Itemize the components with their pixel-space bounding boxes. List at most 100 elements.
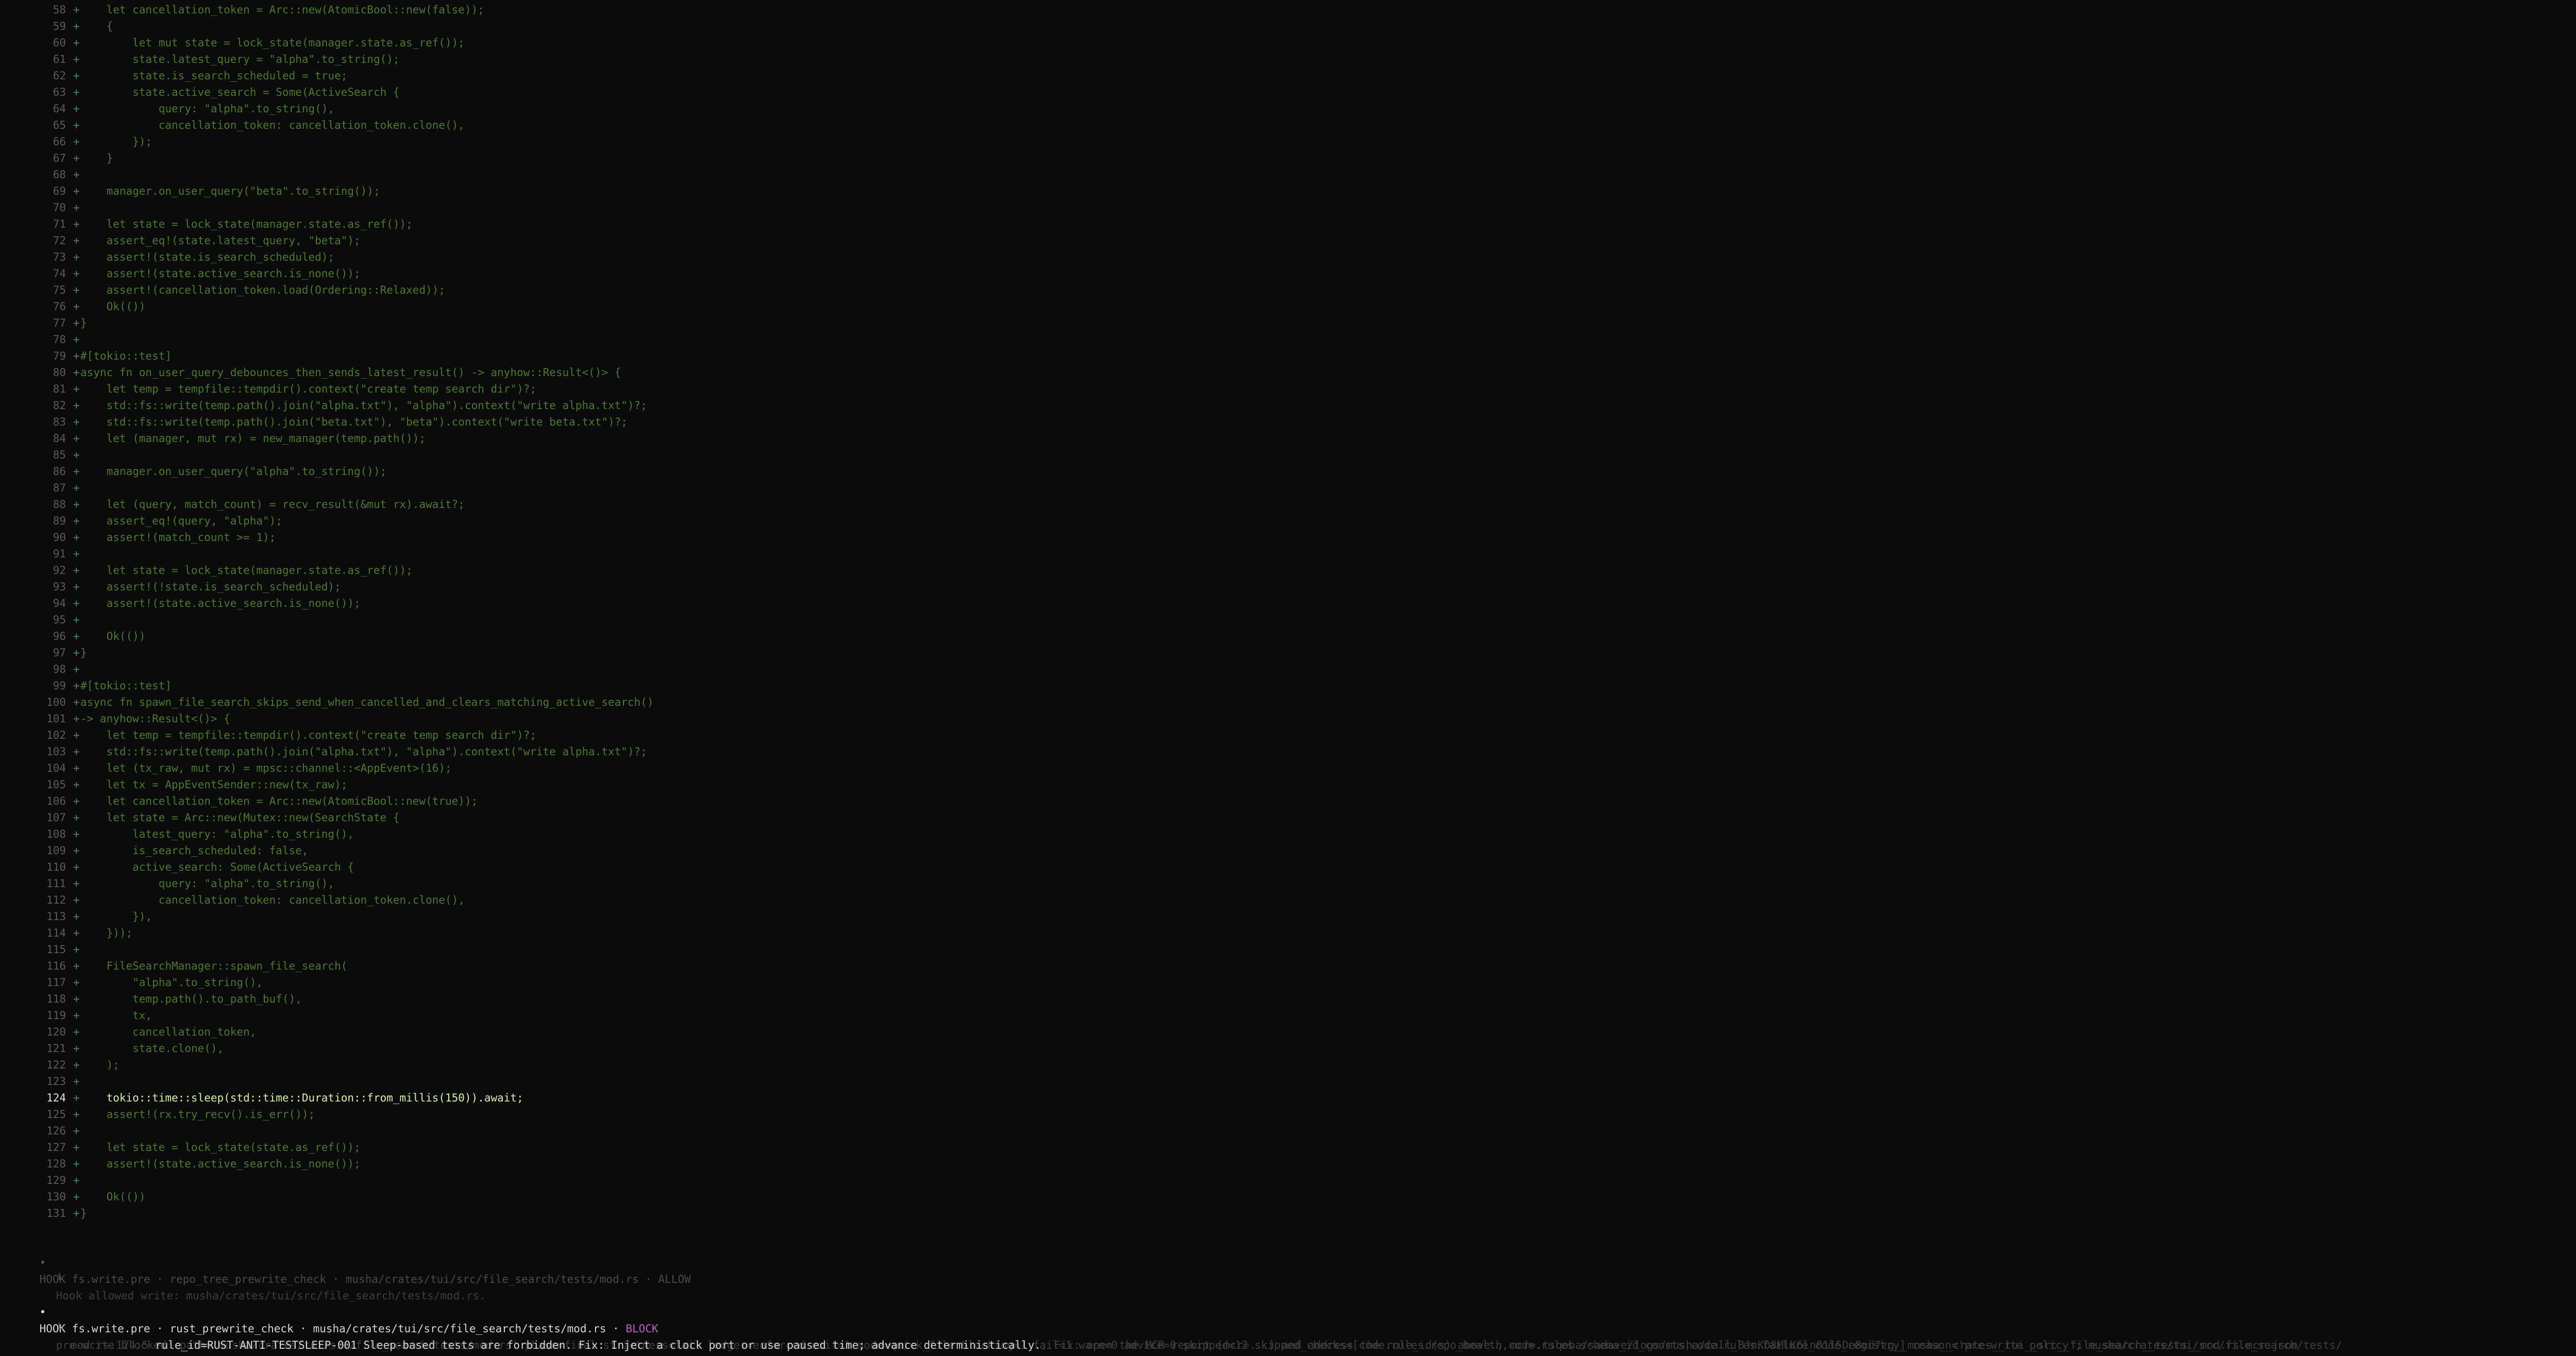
diff-marker: +	[73, 597, 80, 609]
diff-marker: +	[73, 696, 80, 708]
diff-line: 120 + cancellation_token,	[0, 1024, 256, 1040]
line-number: 113	[46, 910, 66, 923]
line-number: 109	[46, 844, 66, 857]
code-text: let state = lock_state(manager.state.as_…	[80, 218, 413, 230]
diff-line: 91 +	[0, 546, 80, 562]
diff-line: 100 +async fn spawn_file_search_skips_sen…	[0, 694, 654, 710]
diff-marker: +	[73, 1158, 80, 1170]
diff-marker: +	[73, 465, 80, 478]
line-number: 131	[46, 1207, 66, 1219]
hook-allow-detail-line: └ Hook allowed write: musha/crates/tui/s…	[30, 1255, 486, 1302]
line-number: 64	[53, 103, 66, 115]
line-number: 122	[46, 1059, 66, 1071]
line-number: 125	[46, 1108, 66, 1121]
diff-marker: +	[73, 482, 80, 494]
code-text: Ok(())	[80, 300, 146, 313]
diff-marker: +	[73, 416, 80, 428]
line-number: 86	[53, 465, 66, 478]
diff-marker: +	[73, 927, 80, 939]
diff-marker: +	[73, 449, 80, 461]
line-number: 76	[53, 300, 66, 313]
diff-marker: +	[73, 234, 80, 247]
code-text: let cancellation_token = Arc::new(Atomic…	[80, 4, 484, 16]
diff-marker: +	[73, 647, 80, 659]
line-number: 81	[53, 383, 66, 395]
diff-marker: +	[73, 614, 80, 626]
diff-line: 87 +	[0, 480, 80, 496]
diff-marker: +	[73, 168, 80, 181]
line-number: 128	[46, 1158, 66, 1170]
code-text: Ok(())	[80, 1191, 146, 1203]
diff-marker: +	[73, 1009, 80, 1022]
code-text: }	[80, 647, 87, 659]
diff-line: 123 +	[0, 1073, 80, 1090]
code-text: let cancellation_token = Arc::new(Atomic…	[80, 795, 478, 807]
line-number: 58	[53, 4, 66, 16]
code-text: temp.path().to_path_buf(),	[80, 993, 302, 1005]
diff-marker: +	[73, 844, 80, 857]
line-number: 108	[46, 828, 66, 840]
code-text: }	[80, 152, 113, 164]
hook-block-detail-line-2: mod.rs:124:5 rule_id=RUST-ANTI-TESTSLEEP…	[44, 1320, 2298, 1351]
diff-marker: +	[73, 976, 80, 989]
diff-marker: +	[73, 713, 80, 725]
line-number: 60	[53, 37, 66, 49]
code-text: FileSearchManager::spawn_file_search(	[80, 960, 348, 972]
diff-marker: +	[73, 383, 80, 395]
code-text: manager.on_user_query("alpha".to_string(…	[80, 465, 387, 478]
code-text: std::fs::write(temp.path().join("beta.tx…	[80, 416, 628, 428]
diff-line: 74 + assert!(state.active_search.is_none(…	[0, 265, 361, 282]
line-number: 68	[53, 168, 66, 181]
diff-marker: +	[73, 877, 80, 890]
diff-marker: +	[73, 333, 80, 346]
diff-line: 94 + assert!(state.active_search.is_none(…	[0, 595, 361, 612]
line-number: 110	[46, 861, 66, 873]
diff-marker: +	[73, 828, 80, 840]
diff-line: 73 + assert!(state.is_search_scheduled);	[0, 249, 334, 265]
diff-line: 61 + state.latest_query = "alpha".to_stri…	[0, 51, 400, 67]
diff-line: 88 + let (query, match_count) = recv_resu…	[0, 496, 465, 513]
line-number: 62	[53, 70, 66, 82]
diff-line: 128 + assert!(state.active_search.is_none…	[0, 1156, 361, 1172]
code-text: );	[80, 1059, 120, 1071]
line-number: 94	[53, 597, 66, 609]
diff-line: 103 + std::fs::write(temp.path().join("al…	[0, 743, 647, 760]
code-text: cancellation_token: cancellation_token.c…	[80, 119, 465, 131]
diff-line: 72 + assert_eq!(state.latest_query, "beta…	[0, 232, 361, 249]
line-number: 126	[46, 1125, 66, 1137]
code-text: let mut state = lock_state(manager.state…	[80, 37, 465, 49]
code-text: query: "alpha".to_string(),	[80, 877, 335, 890]
code-text: let state = lock_state(manager.state.as_…	[80, 564, 413, 577]
code-text: assert!(state.active_search.is_none());	[80, 597, 361, 609]
code-text: tokio::time::sleep(std::time::Duration::…	[80, 1092, 523, 1104]
line-number: 104	[46, 762, 66, 774]
diff-line: 116 + FileSearchManager::spawn_file_searc…	[0, 958, 347, 974]
line-number: 121	[46, 1042, 66, 1055]
code-text: state.clone(),	[80, 1042, 224, 1055]
code-text: state.is_search_scheduled = true;	[80, 70, 348, 82]
rule-violation-text: rule_id=RUST-ANTI-TESTSLEEP-001 Sleep-ba…	[155, 1339, 1041, 1351]
diff-marker: +	[73, 910, 80, 923]
diff-line: 131 +}	[0, 1205, 87, 1222]
line-number: 72	[53, 234, 66, 247]
line-number: 89	[53, 515, 66, 527]
hook-block-line: • HOOK fs.write.pre · rust_prewrite_chec…	[13, 1287, 658, 1335]
diff-marker: +	[73, 943, 80, 956]
code-text: });	[80, 135, 152, 148]
diff-marker: +	[73, 1042, 80, 1055]
diff-line: 108 + latest_query: "alpha".to_string(),	[0, 826, 354, 842]
code-text: {	[80, 20, 113, 32]
diff-marker: +	[73, 103, 80, 115]
diff-marker: +	[73, 993, 80, 1005]
line-number: 87	[53, 482, 66, 494]
line-number: 91	[53, 548, 66, 560]
code-text: let (manager, mut rx) = new_manager(temp…	[80, 432, 426, 445]
line-number: 92	[53, 564, 66, 577]
line-number: 65	[53, 119, 66, 131]
line-number: 93	[53, 581, 66, 593]
diff-marker: +	[73, 811, 80, 824]
diff-line: 76 + Ok(())	[0, 298, 146, 315]
diff-line: 130 + Ok(())	[0, 1189, 145, 1205]
code-text: cancellation_token,	[80, 1026, 257, 1038]
diff-line: 70 +	[0, 199, 80, 216]
